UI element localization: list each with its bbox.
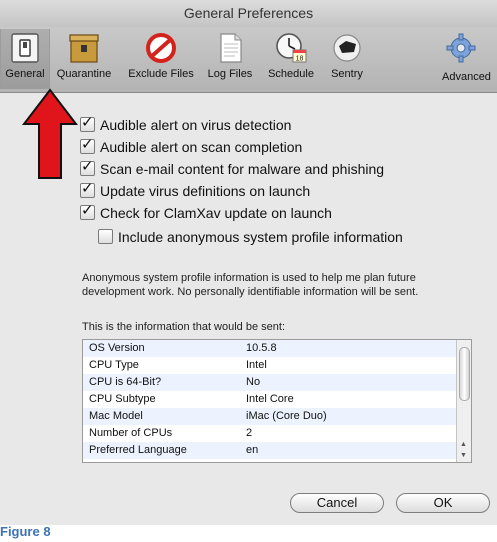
table-row: Mac Model iMac (Core Duo) — [83, 408, 471, 425]
option-audible-scan[interactable]: Audible alert on scan completion — [80, 135, 303, 157]
tab-exclude-files-label: Exclude Files — [128, 68, 194, 80]
tab-log-files-label: Log Files — [207, 68, 253, 80]
table-row: Number of CPUs 2 — [83, 425, 471, 442]
row-key: CPU Subtype — [89, 393, 156, 405]
checkbox[interactable] — [80, 135, 95, 155]
table-row: CPU Type Intel — [83, 357, 471, 374]
row-value: No — [246, 376, 261, 388]
option-label: Include anonymous system profile informa… — [118, 229, 403, 245]
option-audible-virus[interactable]: Audible alert on virus detection — [80, 113, 292, 135]
row-key: CPU Type — [89, 359, 139, 371]
checkbox[interactable] — [80, 113, 95, 133]
preferences-window: General Preferences General Quarantine E… — [0, 0, 497, 525]
table-row: Preferred Language en — [83, 442, 471, 459]
checkbox[interactable] — [80, 201, 95, 221]
svg-text:18: 18 — [296, 56, 304, 63]
ok-button[interactable]: OK — [396, 493, 490, 513]
option-label: Audible alert on scan completion — [100, 139, 303, 155]
tab-quarantine-label: Quarantine — [56, 68, 112, 80]
gear-icon — [444, 32, 478, 64]
tab-general[interactable]: General — [0, 29, 50, 89]
exclude-no-icon — [144, 32, 178, 64]
option-scan-email[interactable]: Scan e-mail content for malware and phis… — [80, 157, 385, 179]
tab-advanced-label: Advanced — [442, 71, 491, 83]
tab-sentry[interactable]: Sentry — [322, 29, 372, 89]
row-key: Preferred Language — [89, 444, 187, 456]
tab-log-files[interactable]: Log Files — [202, 29, 258, 89]
scrollbar-thumb[interactable] — [459, 347, 470, 401]
checkbox[interactable] — [98, 229, 113, 244]
row-value: 2 — [246, 427, 253, 439]
cancel-button[interactable]: Cancel — [290, 493, 384, 513]
quarantine-box-icon — [67, 32, 101, 64]
row-key: Mac Model — [89, 410, 143, 422]
profile-note: Anonymous system profile information is … — [82, 272, 419, 298]
sentry-icon — [330, 32, 364, 64]
scroll-down-arrow-icon[interactable]: ▼ — [460, 452, 467, 459]
tab-advanced[interactable]: Advanced — [374, 29, 494, 89]
option-label: Scan e-mail content for malware and phis… — [100, 161, 385, 177]
checkbox[interactable] — [80, 157, 95, 177]
log-document-icon — [213, 32, 247, 64]
clock-calendar-icon: 18 — [274, 32, 308, 64]
row-value: 10.5.8 — [246, 342, 277, 354]
table-row: OS Version 10.5.8 — [83, 340, 471, 357]
row-value: Intel — [246, 359, 267, 371]
scroll-up-arrow-icon[interactable]: ▲ — [460, 441, 467, 448]
option-label: Check for ClamXav update on launch — [100, 205, 332, 221]
option-include-profile[interactable]: Include anonymous system profile informa… — [98, 227, 403, 247]
table-row: CPU Subtype Intel Core — [83, 391, 471, 408]
option-update-definitions[interactable]: Update virus definitions on launch — [80, 179, 311, 201]
figure-caption: Figure 8 — [0, 524, 51, 539]
row-value: en — [246, 444, 259, 456]
preferences-toolbar: General Quarantine Exclude Files Log Fil… — [0, 27, 497, 93]
general-switch-icon — [8, 32, 42, 64]
row-key: OS Version — [89, 342, 145, 354]
tab-general-label: General — [5, 68, 45, 80]
sent-info-label: This is the information that would be se… — [82, 321, 285, 333]
option-check-update[interactable]: Check for ClamXav update on launch — [80, 201, 332, 223]
option-label: Update virus definitions on launch — [100, 183, 311, 199]
option-label: Audible alert on virus detection — [100, 117, 292, 133]
system-info-table[interactable]: OS Version 10.5.8 CPU Type Intel CPU is 64… — [82, 339, 472, 463]
tab-exclude-files[interactable]: Exclude Files — [120, 29, 202, 89]
tab-schedule[interactable]: 18 Schedule — [260, 29, 322, 89]
row-value: iMac (Core Duo) — [246, 410, 327, 422]
table-scrollbar[interactable]: ▲ ▼ — [456, 340, 471, 462]
window-title: General Preferences — [0, 0, 497, 28]
row-key: CPU is 64-Bit? — [89, 376, 162, 388]
red-up-arrow-icon — [21, 88, 79, 179]
checkbox[interactable] — [80, 179, 95, 199]
tab-quarantine[interactable]: Quarantine — [50, 29, 118, 89]
tab-schedule-label: Schedule — [268, 68, 314, 80]
tab-sentry-label: Sentry — [331, 68, 363, 80]
row-value: Intel Core — [246, 393, 294, 405]
row-key: Number of CPUs — [89, 427, 173, 439]
table-row: CPU is 64-Bit? No — [83, 374, 471, 391]
